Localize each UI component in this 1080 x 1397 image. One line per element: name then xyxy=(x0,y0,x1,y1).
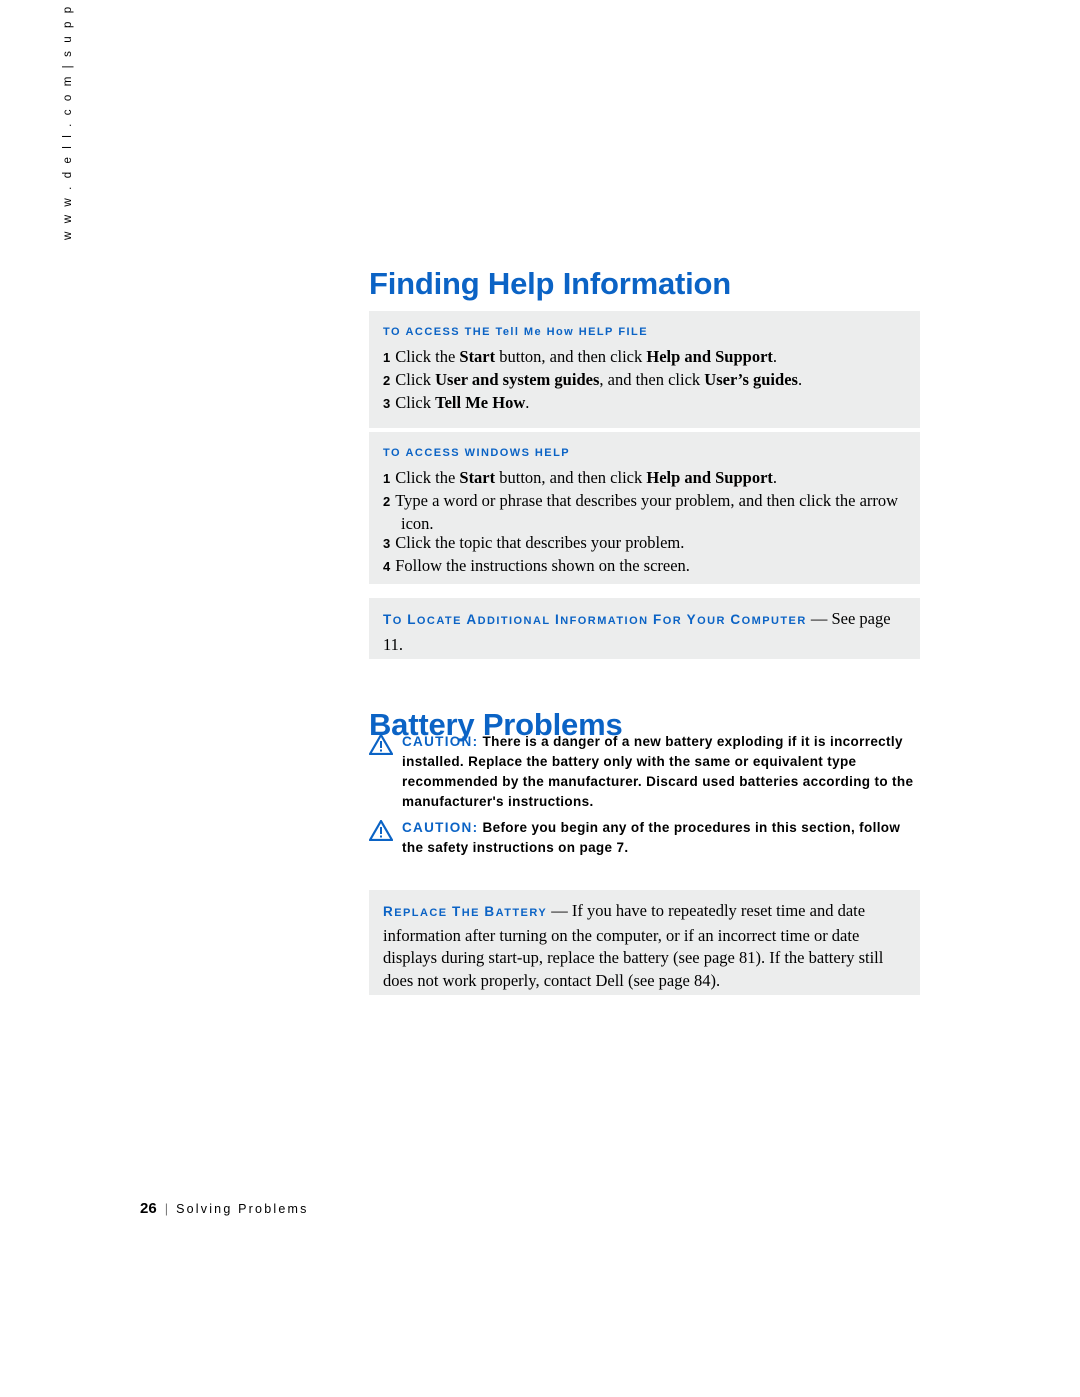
warning-triangle-icon xyxy=(369,820,393,841)
footer-separator: | xyxy=(164,1201,169,1216)
locate-additional-info-paragraph: TO LOCATE ADDITIONAL INFORMATION FOR YOU… xyxy=(383,609,891,654)
step-item: 4 Follow the instructions shown on the sc… xyxy=(383,556,690,575)
caution-block: CAUTION: There is a danger of a new batt… xyxy=(369,732,921,812)
heading-locate-additional-info: TO LOCATE ADDITIONAL INFORMATION FOR YOU… xyxy=(383,612,807,627)
heading-tell-me-how-title: Tell Me How xyxy=(495,326,575,338)
footer-page-number: 26 xyxy=(140,1200,157,1217)
step-item: 2 Type a word or phrase that describes yo… xyxy=(383,491,899,533)
step-number: 4 xyxy=(383,559,391,574)
step-number: 1 xyxy=(383,471,391,486)
step-item: 1 Click the Start button, and then click … xyxy=(383,468,778,487)
step-number: 2 xyxy=(383,373,391,388)
step-number: 2 xyxy=(383,494,391,509)
side-url-support: s u p p o r t . d e l l . c o m xyxy=(62,0,74,57)
replace-battery-paragraph: REPLACE THE BATTERY — If you have to rep… xyxy=(383,901,884,990)
step-item: 2 Click User and system guides, and then … xyxy=(383,370,803,389)
caution-block: CAUTION: Before you begin any of the pro… xyxy=(369,818,921,858)
step-number: 1 xyxy=(383,350,391,365)
side-url-separator: | xyxy=(62,62,74,69)
heading-windows-help: TO ACCESS WINDOWS HELP xyxy=(383,447,571,459)
page-title-finding-help: Finding Help Information xyxy=(369,265,731,301)
side-url-www: w w w . d e l l . c o m xyxy=(62,74,74,240)
caution-text: There is a danger of a new battery explo… xyxy=(402,734,914,809)
warning-triangle-icon xyxy=(369,734,393,755)
step-number: 3 xyxy=(383,536,391,551)
page-footer: 26 | Solving Problems xyxy=(140,1200,309,1217)
heading-replace-battery: REPLACE THE BATTERY xyxy=(383,904,548,919)
step-item: 3 Click the topic that describes your pro… xyxy=(383,533,685,552)
caution-label: CAUTION: xyxy=(402,820,479,835)
caution-label: CAUTION: xyxy=(402,734,479,749)
side-margin-url: w w w . d e l l . c o m | s u p p o r t … xyxy=(62,0,74,240)
step-item: 1 Click the Start button, and then click … xyxy=(383,347,778,366)
step-item: 3 Click Tell Me How. xyxy=(383,393,530,412)
heading-tell-me-how: TO ACCESS THE Tell Me How HELP FILE xyxy=(383,326,648,338)
step-number: 3 xyxy=(383,396,391,411)
footer-section-name: Solving Problems xyxy=(176,1202,309,1216)
